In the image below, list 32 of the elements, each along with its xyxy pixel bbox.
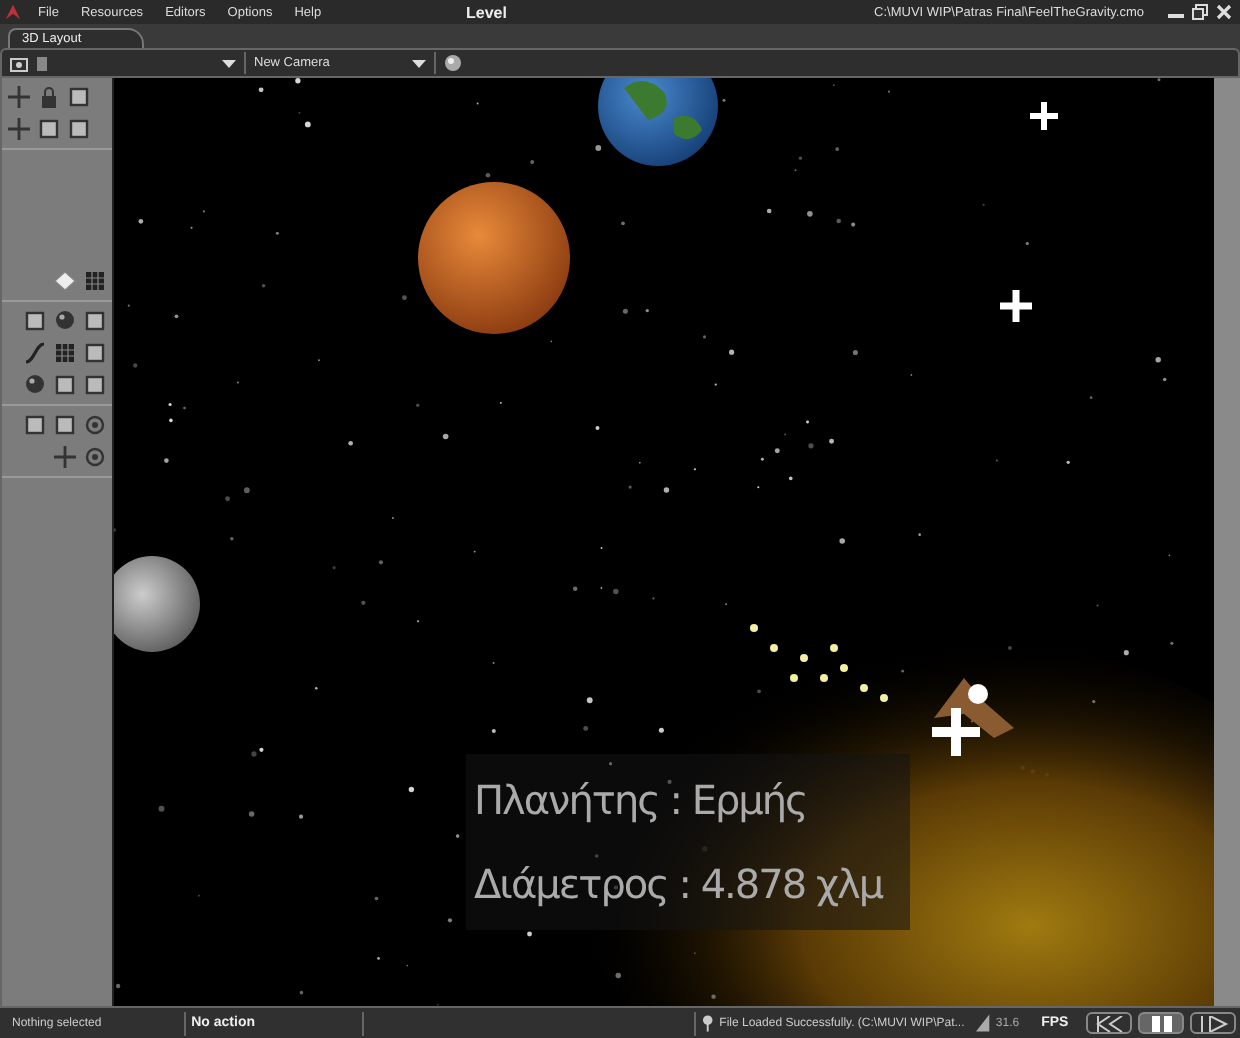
crosshair-icon[interactable] [8, 86, 30, 108]
planet-info-text: Διάμετρος : 4.878 χλμ [474, 858, 883, 912]
view-dropdown[interactable] [36, 52, 246, 74]
square-icon[interactable] [54, 374, 76, 396]
diamond-icon[interactable] [54, 270, 76, 292]
lock-icon[interactable] [38, 86, 60, 108]
rewind-button[interactable] [1086, 1012, 1133, 1034]
restore-icon[interactable] [1192, 4, 1208, 20]
app-logo-icon [4, 2, 22, 22]
planet-info-text: Πλανήτης : Ερμής [474, 774, 807, 828]
grid-icon[interactable] [84, 270, 106, 292]
list-icon[interactable] [54, 342, 76, 364]
page-icon [36, 55, 48, 71]
play-icon [1197, 1015, 1230, 1031]
window-title: Level [466, 3, 509, 21]
rewind-icon [1093, 1015, 1126, 1031]
eye-icon[interactable] [84, 446, 106, 468]
curve-icon[interactable] [24, 342, 46, 364]
meter-icon [976, 1014, 990, 1032]
move-icon[interactable] [8, 118, 30, 140]
camera-icon[interactable] [10, 55, 28, 71]
zoom-icon[interactable] [84, 414, 106, 436]
caret-icon [412, 59, 426, 67]
play-button[interactable] [1190, 1012, 1236, 1034]
pin-icon [701, 1014, 714, 1032]
square-icon[interactable] [84, 342, 106, 364]
caret-icon [222, 59, 236, 67]
target-icon[interactable] [54, 446, 76, 468]
close-icon[interactable] [1216, 4, 1232, 20]
sphere-icon[interactable] [24, 374, 46, 396]
pause-button[interactable] [1138, 1012, 1185, 1034]
ball-icon[interactable] [444, 54, 462, 72]
